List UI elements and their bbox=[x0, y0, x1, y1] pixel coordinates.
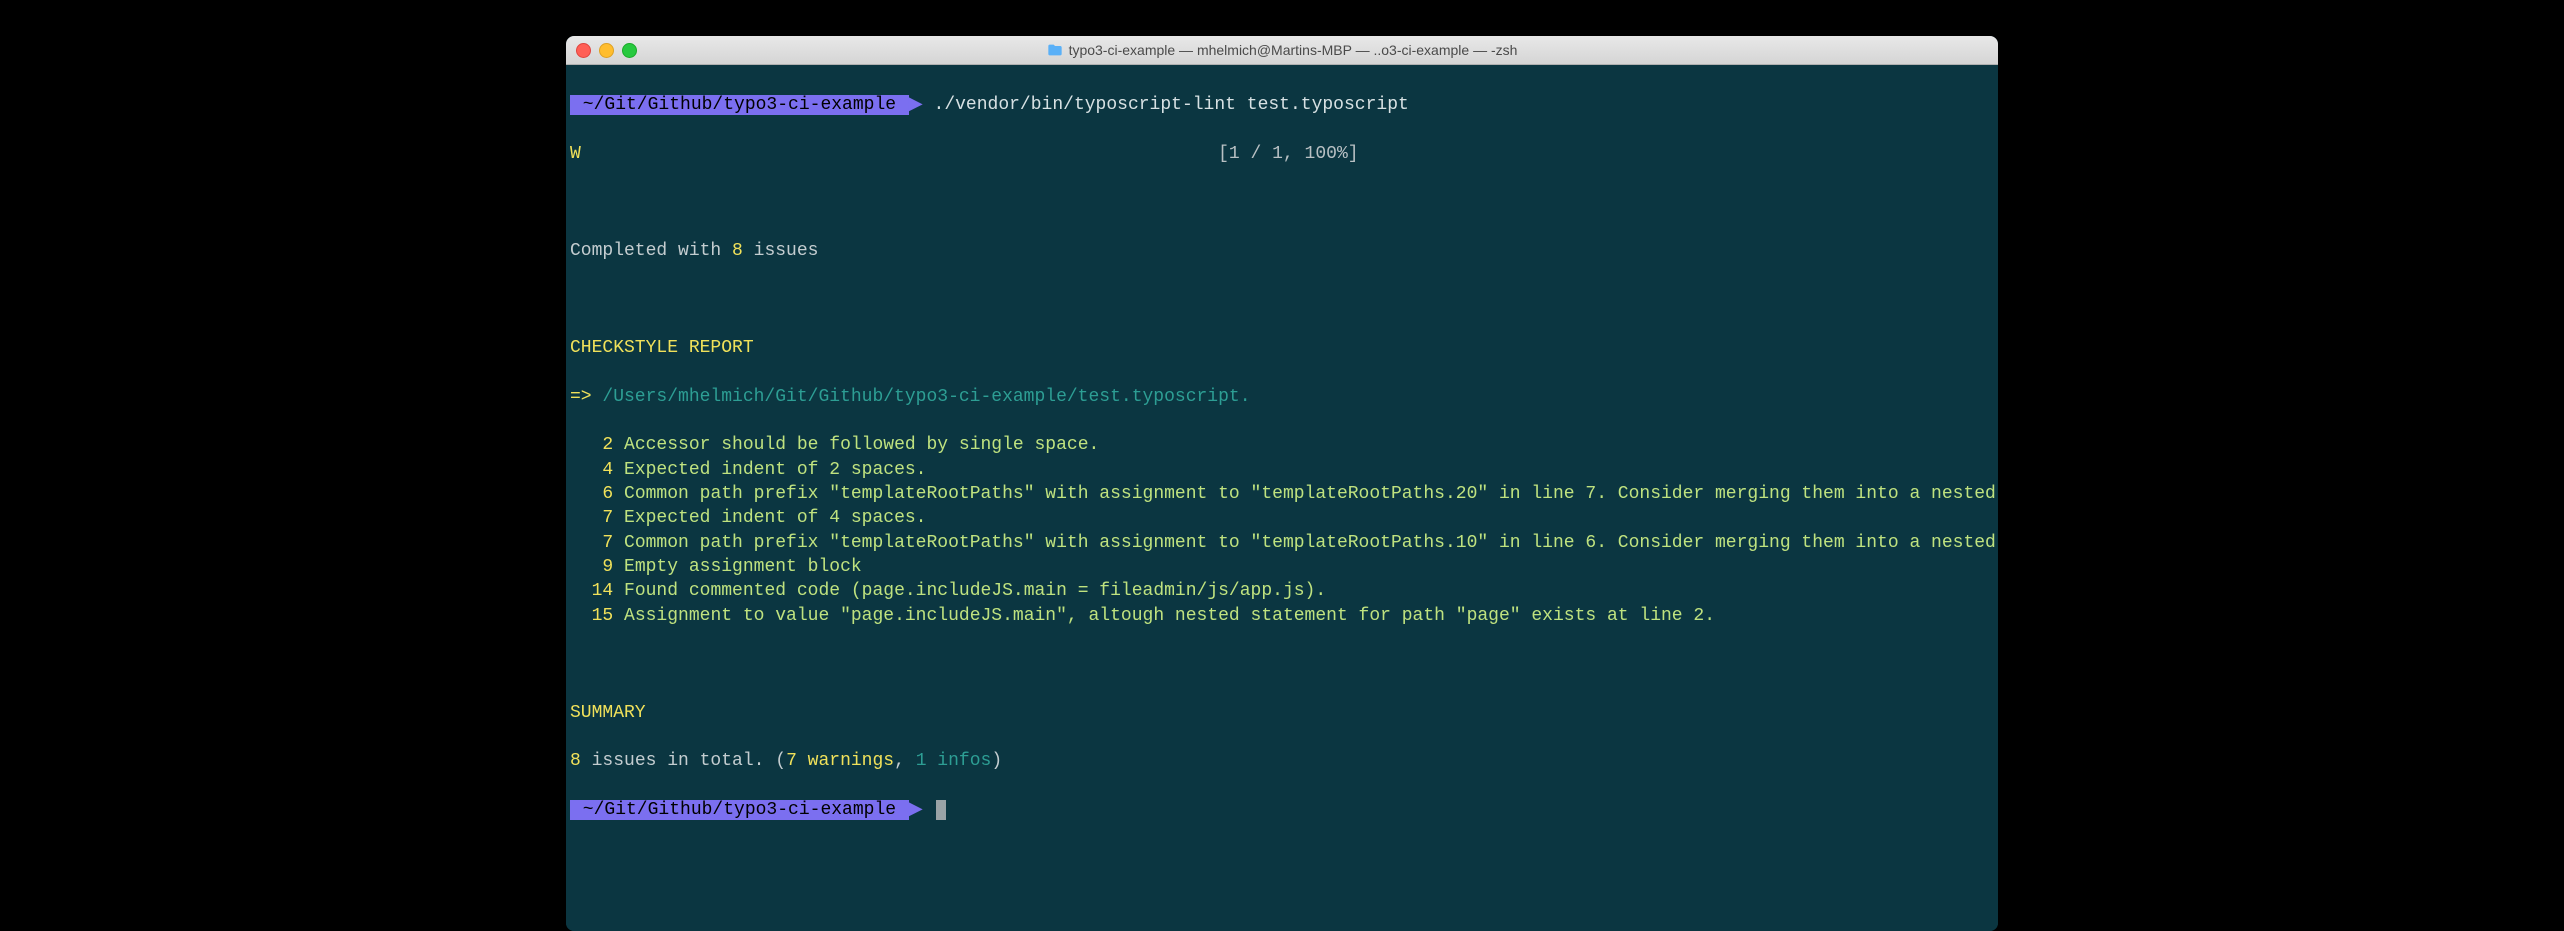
issue-message: Expected indent of 2 spaces. bbox=[624, 460, 926, 480]
blank-line bbox=[570, 190, 1994, 214]
minimize-button[interactable] bbox=[599, 43, 614, 58]
issue-row: 7 Expected indent of 4 spaces. bbox=[570, 506, 1994, 530]
terminal-body[interactable]: ~/Git/Github/typo3-ci-example ▶ ./vendor… bbox=[566, 65, 1998, 931]
issue-line-number: 7 bbox=[570, 508, 613, 528]
issue-row: 6 Common path prefix "templateRootPaths"… bbox=[570, 482, 1994, 506]
issue-message: Common path prefix "templateRootPaths" w… bbox=[624, 533, 1998, 553]
progress-status: [1 / 1, 100%] bbox=[1218, 144, 1358, 164]
issue-line-number: 2 bbox=[570, 435, 613, 455]
checkstyle-file-line: => /Users/mhelmich/Git/Github/typo3-ci-e… bbox=[570, 385, 1994, 409]
summary-line: 8 issues in total. (7 warnings, 1 infos) bbox=[570, 749, 1994, 773]
prompt-line-1: ~/Git/Github/typo3-ci-example ▶ ./vendor… bbox=[570, 93, 1994, 117]
file-path: /Users/mhelmich/Git/Github/typo3-ci-exam… bbox=[602, 387, 1250, 407]
issue-row: 14 Found commented code (page.includeJS.… bbox=[570, 579, 1994, 603]
progress-w: W bbox=[570, 144, 581, 164]
issue-line-number: 4 bbox=[570, 460, 613, 480]
titlebar: typo3-ci-example — mhelmich@Martins-MBP … bbox=[566, 36, 1998, 65]
folder-icon bbox=[1047, 42, 1063, 58]
issue-message: Assignment to value "page.includeJS.main… bbox=[624, 606, 1715, 626]
window-title: typo3-ci-example — mhelmich@Martins-MBP … bbox=[566, 42, 1998, 58]
issue-row: 4 Expected indent of 2 spaces. bbox=[570, 458, 1994, 482]
prompt-line-2: ~/Git/Github/typo3-ci-example ▶ bbox=[570, 798, 1994, 822]
issue-line-number: 9 bbox=[570, 557, 613, 577]
issue-message: Expected indent of 4 spaces. bbox=[624, 508, 926, 528]
summary-paren-open: ( bbox=[775, 751, 786, 771]
traffic-lights bbox=[576, 43, 637, 58]
cursor bbox=[936, 800, 946, 820]
arrow-prefix: => bbox=[570, 387, 602, 407]
issue-message: Found commented code (page.includeJS.mai… bbox=[624, 581, 1326, 601]
completed-count: 8 bbox=[732, 241, 743, 261]
summary-heading: SUMMARY bbox=[570, 701, 1994, 725]
terminal-window: typo3-ci-example — mhelmich@Martins-MBP … bbox=[566, 36, 1998, 931]
progress-line: W [1 / 1, 100%] bbox=[570, 142, 1994, 166]
checkstyle-heading: CHECKSTYLE REPORT bbox=[570, 336, 1994, 360]
completed-prefix: Completed with bbox=[570, 241, 732, 261]
prompt-arrow-icon-2: ▶ bbox=[909, 800, 923, 820]
command-text: ./vendor/bin/typoscript-lint test.typosc… bbox=[934, 95, 1409, 115]
summary-sep: , bbox=[894, 751, 916, 771]
issue-row: 9 Empty assignment block bbox=[570, 555, 1994, 579]
issue-message: Common path prefix "templateRootPaths" w… bbox=[624, 484, 1998, 504]
blank-line bbox=[570, 652, 1994, 676]
issue-row: 2 Accessor should be followed by single … bbox=[570, 433, 1994, 457]
issue-message: Accessor should be followed by single sp… bbox=[624, 435, 1099, 455]
issue-line-number: 7 bbox=[570, 533, 613, 553]
blank-line bbox=[570, 288, 1994, 312]
issue-line-number: 15 bbox=[570, 606, 613, 626]
prompt-path: ~/Git/Github/typo3-ci-example bbox=[570, 95, 909, 115]
maximize-button[interactable] bbox=[622, 43, 637, 58]
summary-paren-close: ) bbox=[991, 751, 1002, 771]
close-button[interactable] bbox=[576, 43, 591, 58]
summary-issues-num: 8 bbox=[570, 751, 581, 771]
window-title-text: typo3-ci-example — mhelmich@Martins-MBP … bbox=[1069, 42, 1518, 58]
issue-row: 15 Assignment to value "page.includeJS.m… bbox=[570, 604, 1994, 628]
completed-line: Completed with 8 issues bbox=[570, 239, 1994, 263]
prompt-arrow-icon: ▶ bbox=[909, 95, 923, 115]
completed-suffix: issues bbox=[743, 241, 819, 261]
prompt-path-2: ~/Git/Github/typo3-ci-example bbox=[570, 800, 909, 820]
issue-row: 7 Common path prefix "templateRootPaths"… bbox=[570, 531, 1994, 555]
issue-line-number: 6 bbox=[570, 484, 613, 504]
summary-warnings: 7 warnings bbox=[786, 751, 894, 771]
summary-issues-text: issues in total. bbox=[581, 751, 775, 771]
issue-message: Empty assignment block bbox=[624, 557, 862, 577]
issue-line-number: 14 bbox=[570, 581, 613, 601]
summary-infos: 1 infos bbox=[916, 751, 992, 771]
